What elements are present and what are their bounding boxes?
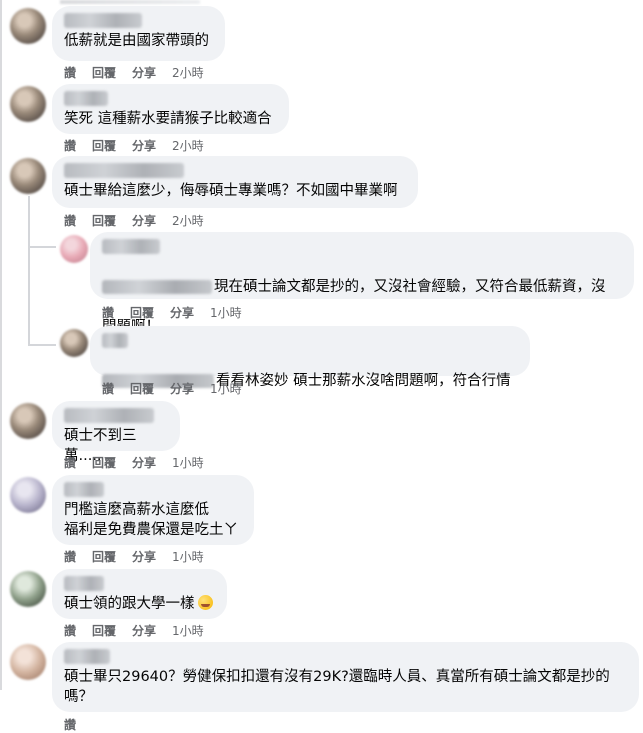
comment-actions: 讚 回覆 分享 2小時 [64, 64, 204, 81]
comment-bubble: 碩士畢給這麼少，侮辱碩士專業嗎？不如國中畢業啊 [52, 156, 418, 208]
reply-button[interactable]: 回覆 [130, 304, 154, 321]
comment-text-line: 碩士領的跟大學一樣 [64, 596, 195, 612]
comment-actions: 讚 回覆 分享 1小時 [64, 454, 204, 471]
author-name[interactable] [64, 482, 104, 497]
timestamp[interactable]: 2小時 [172, 212, 204, 229]
comment-text-line: 看看林姿妙 碩士那薪水沒啥問題啊，符合行情 [216, 373, 511, 389]
comment-text: 現在碩士論文都是抄的，又沒社會經驗，又符合最低薪資，沒 問題啊！ [102, 257, 622, 337]
reply-thread-connector [28, 246, 56, 248]
reply-button[interactable]: 回覆 [92, 137, 116, 154]
reply-button[interactable]: 回覆 [92, 622, 116, 639]
share-button[interactable]: 分享 [132, 548, 156, 565]
author-name[interactable] [64, 649, 110, 664]
reply-button[interactable]: 回覆 [92, 454, 116, 471]
like-button[interactable]: 讚 [64, 137, 76, 154]
like-button[interactable]: 讚 [64, 64, 76, 81]
author-name[interactable] [64, 576, 104, 591]
like-button[interactable]: 讚 [64, 548, 76, 565]
avatar[interactable] [10, 403, 46, 439]
page-left-border [0, 0, 2, 690]
share-button[interactable]: 分享 [170, 380, 194, 397]
comment-text: 碩士畢只29640？勞健保扣扣還有沒有29K?還臨時人員、真當所有碩士論文都是抄… [64, 669, 610, 705]
timestamp[interactable]: 1小時 [210, 304, 242, 321]
comment-text: 門檻這麼高薪水這麼低 福利是免費農保還是吃土ㄚ [64, 502, 238, 538]
avatar[interactable] [10, 477, 46, 513]
like-button[interactable]: 讚 [64, 622, 76, 639]
share-button[interactable]: 分享 [132, 137, 156, 154]
author-name[interactable] [64, 91, 108, 106]
comment-actions: 讚 回覆 分享 1小時 [102, 304, 242, 321]
rolling-on-floor-laughing-emoji [197, 595, 213, 610]
avatar[interactable] [10, 8, 46, 44]
timestamp[interactable]: 2小時 [172, 64, 204, 81]
share-button[interactable]: 分享 [132, 64, 156, 81]
reply-thread-line [28, 196, 30, 346]
avatar[interactable] [10, 158, 46, 194]
share-button[interactable]: 分享 [132, 212, 156, 229]
mentioned-user[interactable] [102, 280, 212, 294]
comment-bubble: 門檻這麼高薪水這麼低 福利是免費農保還是吃土ㄚ [52, 475, 254, 545]
timestamp[interactable]: 1小時 [172, 454, 204, 471]
timestamp[interactable]: 1小時 [172, 548, 204, 565]
avatar[interactable] [60, 329, 88, 357]
reply-button[interactable]: 回覆 [92, 64, 116, 81]
comment-bubble: 碩士領的跟大學一樣 [52, 569, 227, 619]
comment-text: 碩士領的跟大學一樣 [64, 594, 215, 614]
like-button[interactable]: 讚 [64, 454, 76, 471]
avatar[interactable] [10, 571, 46, 607]
share-button[interactable]: 分享 [132, 622, 156, 639]
author-name[interactable] [64, 408, 154, 423]
comment-bubble: 笑死 這種薪水要請猴子比較適合 [52, 84, 289, 134]
like-button[interactable]: 讚 [102, 380, 114, 397]
avatar[interactable] [10, 86, 46, 122]
comment-actions: 讚 回覆 分享 1小時 [102, 380, 242, 397]
author-name[interactable] [102, 239, 160, 254]
avatar[interactable] [60, 235, 88, 263]
author-name[interactable] [102, 333, 128, 348]
comment-text: 笑死 這種薪水要請猴子比較適合 [64, 111, 272, 127]
comment-actions: 讚 回覆 分享 2小時 [64, 212, 204, 229]
comment-bubble: 碩士不到三萬..... [52, 401, 180, 464]
comment-text-line: 現在碩士論文都是抄的，又沒社會經驗，又符合最低薪資，沒 [214, 279, 606, 295]
comment-bubble: 低薪就是由國家帶頭的 [52, 6, 225, 61]
avatar[interactable] [10, 644, 46, 680]
reply-button[interactable]: 回覆 [92, 212, 116, 229]
comment-text: 低薪就是由國家帶頭的 [64, 33, 209, 49]
comment-actions: 讚 回覆 分享 1小時 [64, 622, 204, 639]
comment-actions: 讚 回覆 分享 1小時 [64, 548, 204, 565]
comment-bubble: 現在碩士論文都是抄的，又沒社會經驗，又符合最低薪資，沒 問題啊！ [90, 232, 634, 335]
timestamp[interactable]: 1小時 [210, 380, 242, 397]
like-button[interactable]: 讚 [102, 304, 114, 321]
share-button[interactable]: 分享 [170, 304, 194, 321]
share-button[interactable]: 分享 [132, 454, 156, 471]
timestamp[interactable]: 2小時 [172, 137, 204, 154]
like-button[interactable]: 讚 [64, 212, 76, 229]
reply-button[interactable]: 回覆 [130, 380, 154, 397]
comment-text: 碩士畢給這麼少，侮辱碩士專業嗎？不如國中畢業啊 [64, 183, 398, 199]
timestamp[interactable]: 1小時 [172, 622, 204, 639]
comment-bubble: 碩士畢只29640？勞健保扣扣還有沒有29K?還臨時人員、真當所有碩士論文都是抄… [52, 642, 639, 712]
comment-actions: 讚 回覆 分享 2小時 [64, 137, 204, 154]
author-name[interactable] [64, 13, 142, 28]
comment-bubble: 看看林姿妙 碩士那薪水沒啥問題啊，符合行情 [90, 326, 530, 389]
reply-thread-connector [28, 344, 56, 346]
cropped-actions-above [60, 0, 200, 4]
author-name[interactable] [64, 163, 184, 178]
reply-button[interactable]: 回覆 [92, 548, 116, 565]
